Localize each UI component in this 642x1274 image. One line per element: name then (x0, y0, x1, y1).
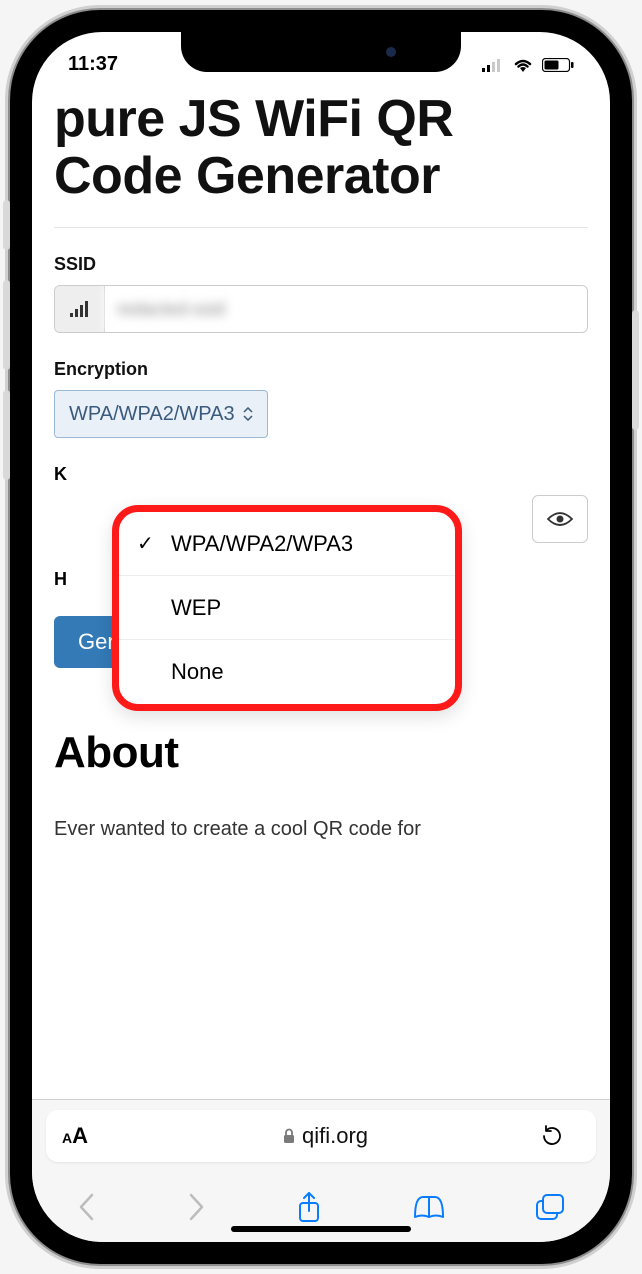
url-bar-row: AA qifi.org (32, 1100, 610, 1172)
encryption-select[interactable]: WPA/WPA2/WPA3 (54, 390, 268, 438)
reload-button[interactable] (540, 1124, 580, 1148)
encryption-option[interactable]: None (119, 640, 455, 704)
side-button (632, 310, 639, 430)
about-heading: About (54, 728, 588, 778)
url-display[interactable]: qifi.org (110, 1123, 540, 1149)
encryption-option[interactable]: WEP (119, 576, 455, 640)
home-indicator[interactable] (231, 1226, 411, 1232)
signal-icon (55, 286, 105, 332)
cellular-icon (482, 58, 504, 72)
encryption-dropdown: ✓ WPA/WPA2/WPA3 WEP None (112, 505, 462, 711)
text-size-button[interactable]: AA (62, 1123, 110, 1149)
page-content: pure JS WiFi QR Code Generator SSID Encr… (32, 87, 610, 1099)
share-button[interactable] (296, 1191, 322, 1223)
ssid-field: SSID (54, 254, 588, 333)
select-chevron-icon (243, 407, 253, 421)
encryption-option[interactable]: ✓ WPA/WPA2/WPA3 (119, 512, 455, 576)
side-button (3, 390, 10, 480)
side-button (3, 280, 10, 370)
domain-text: qifi.org (302, 1123, 368, 1149)
option-label: None (171, 659, 224, 685)
option-label: WEP (171, 595, 221, 621)
wifi-icon (512, 57, 534, 73)
side-button (3, 200, 10, 250)
option-label: WPA/WPA2/WPA3 (171, 531, 353, 557)
status-indicators (482, 57, 574, 73)
tabs-button[interactable] (535, 1193, 565, 1221)
battery-icon (542, 58, 574, 72)
back-button[interactable] (77, 1192, 97, 1222)
safari-chrome: AA qifi.org (32, 1099, 610, 1242)
eye-icon (547, 510, 573, 528)
lock-icon (282, 1128, 296, 1144)
notch (181, 32, 461, 72)
status-time: 11:37 (68, 53, 118, 76)
screen: 11:37 pure JS WiFi QR Code Generator SSI… (32, 32, 610, 1242)
ssid-label: SSID (54, 254, 588, 275)
phone-frame: 11:37 pure JS WiFi QR Code Generator SSI… (10, 10, 632, 1264)
checkmark-icon: ✓ (137, 531, 159, 556)
url-bar[interactable]: AA qifi.org (46, 1110, 596, 1162)
bookmarks-button[interactable] (412, 1194, 446, 1220)
about-text: Ever wanted to create a cool QR code for (54, 818, 588, 841)
encryption-label: Encryption (54, 359, 588, 380)
ssid-input-group[interactable] (54, 285, 588, 333)
encryption-field: Encryption WPA/WPA2/WPA3 (54, 359, 588, 438)
toggle-visibility-button[interactable] (532, 495, 588, 543)
key-label-partial: K (54, 464, 588, 485)
forward-button[interactable] (186, 1192, 206, 1222)
encryption-selected-text: WPA/WPA2/WPA3 (69, 403, 235, 426)
page-title: pure JS WiFi QR Code Generator (54, 91, 588, 205)
ssid-input[interactable] (105, 286, 587, 332)
divider (54, 227, 588, 228)
